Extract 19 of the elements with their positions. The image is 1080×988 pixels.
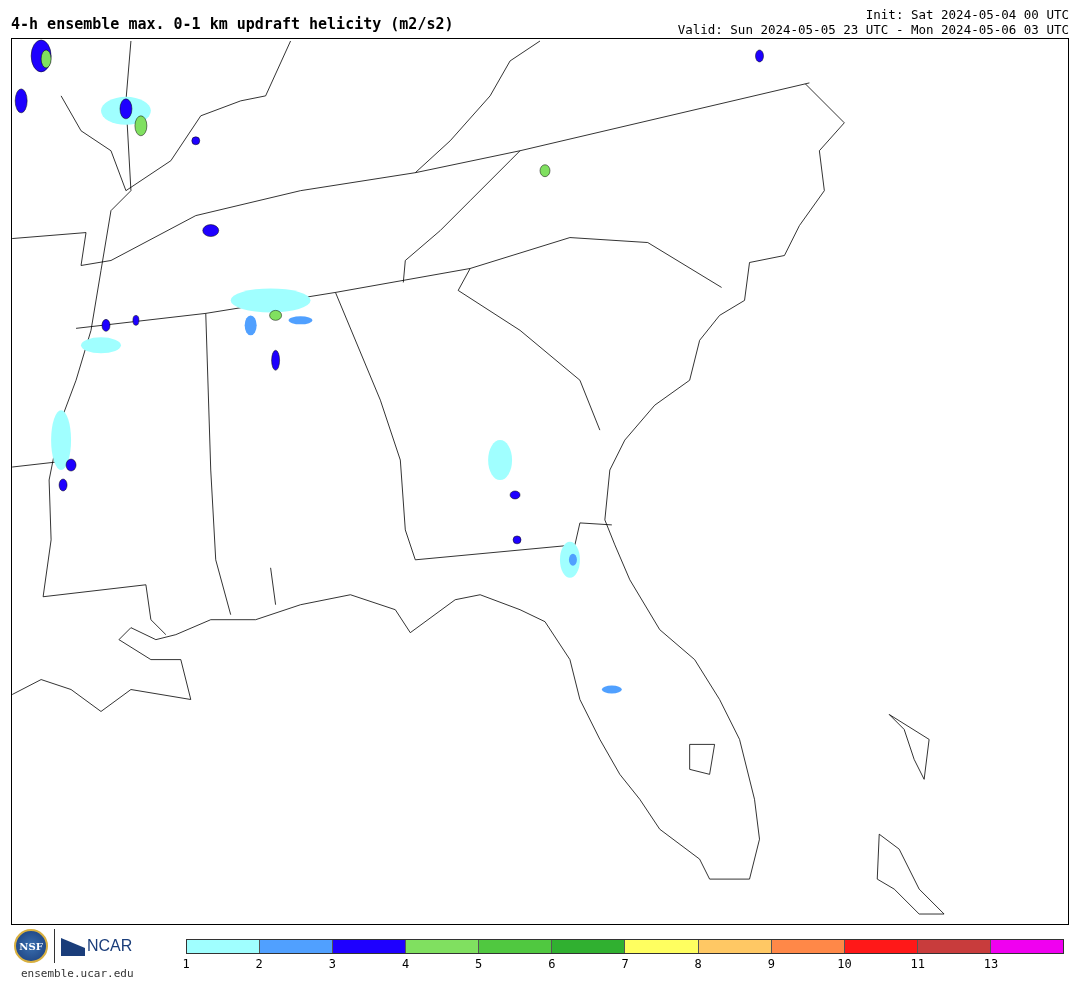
ncar-logo: NCAR — [87, 937, 133, 955]
scale-tick-label: 10 — [837, 957, 852, 971]
init-time: Init: Sat 2024-05-04 00 UTC — [865, 7, 1069, 22]
website-url: ensemble.ucar.edu — [20, 967, 134, 980]
scale-tick-label: 6 — [548, 957, 556, 971]
scale-tick-label: 9 — [767, 957, 775, 971]
nsf-logo: NSF — [14, 929, 48, 963]
scale-tick-label: 7 — [621, 957, 629, 971]
scale-tick-label: 8 — [694, 957, 702, 971]
scale-tick-label: 3 — [328, 957, 336, 971]
scale-tick-label: 2 — [255, 957, 263, 971]
valid-time: Valid: Sun 2024-05-05 23 UTC - Mon 2024-05-06 03 UTC — [677, 22, 1069, 37]
scale-tick-label: 13 — [983, 957, 999, 971]
scale-tick-label: 11 — [910, 957, 925, 971]
scale-tick-label: 5 — [475, 957, 483, 971]
chart-title: 4-h ensemble max. 0-1 km updraft helicity (m2/s2) — [11, 15, 454, 35]
scale-tick-label: 1 — [182, 957, 190, 971]
scale-tick-label: 4 — [401, 957, 410, 971]
wave-logo-icon — [61, 936, 87, 956]
